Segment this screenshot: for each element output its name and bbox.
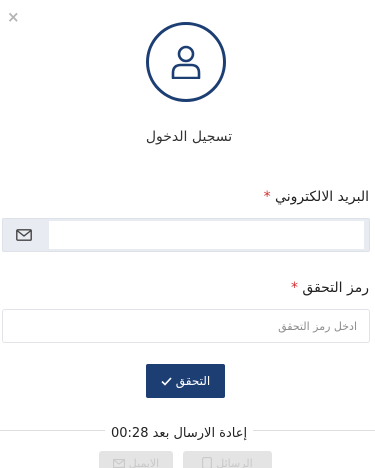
email-method-button[interactable]: الايميل	[99, 451, 173, 468]
sms-method-button[interactable]: الرسائل	[183, 451, 272, 468]
email-label: البريد الالكتروني *	[264, 189, 369, 205]
code-label-text: رمز التحقق	[302, 280, 369, 296]
required-mark: *	[290, 280, 298, 296]
page-title: تسجيل الدخول	[145, 129, 233, 145]
required-mark: *	[263, 189, 271, 205]
email-addon	[3, 219, 48, 251]
code-label: رمز التحقق *	[291, 280, 369, 296]
sms-method-label: الرسائل	[216, 456, 253, 468]
email-input[interactable]	[49, 221, 364, 249]
email-label-text: البريد الالكتروني	[275, 189, 369, 205]
email-field-group	[2, 218, 370, 252]
close-icon[interactable]: ×	[7, 9, 21, 25]
verify-button[interactable]: التحقق	[146, 364, 225, 398]
email-icon	[112, 458, 125, 468]
email-method-label: الايميل	[128, 456, 160, 468]
verify-button-label: التحقق	[175, 374, 211, 388]
check-icon	[161, 376, 172, 386]
sms-icon	[202, 457, 213, 468]
user-icon	[171, 45, 201, 79]
avatar	[146, 22, 226, 102]
verification-code-input[interactable]	[2, 309, 370, 343]
resend-timer: إعادة الارسال بعد 00:28	[105, 426, 254, 441]
envelope-icon	[16, 229, 32, 241]
